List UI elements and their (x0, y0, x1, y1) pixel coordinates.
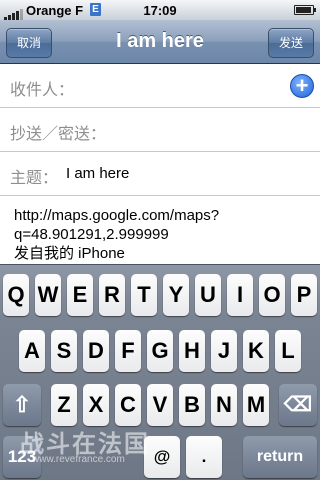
cc-bcc-field[interactable]: 抄送／密送： (0, 108, 320, 152)
key-g[interactable]: G (147, 330, 173, 372)
key-c[interactable]: C (115, 384, 141, 426)
to-field[interactable]: 收件人： + (0, 64, 320, 108)
message-signature: 发自我的 iPhone (14, 245, 125, 262)
key-b[interactable]: B (179, 384, 205, 426)
subject-field[interactable]: 主题： I am here (0, 152, 320, 196)
key-l[interactable]: L (275, 330, 301, 372)
key-u[interactable]: U (195, 274, 221, 316)
key-d[interactable]: D (83, 330, 109, 372)
cancel-button[interactable]: 取消 (6, 28, 53, 58)
key-e[interactable]: E (67, 274, 93, 316)
key-h[interactable]: H (179, 330, 205, 372)
key-123[interactable]: 123 (3, 436, 41, 478)
message-body[interactable]: http://maps.google.com/maps? q=48.901291… (14, 206, 314, 263)
plus-circle-icon[interactable]: + (290, 74, 314, 98)
key-q[interactable]: Q (3, 274, 29, 316)
key-f[interactable]: F (115, 330, 141, 372)
battery-icon (294, 5, 316, 15)
key-z[interactable]: Z (51, 384, 77, 426)
key-m[interactable]: M (243, 384, 269, 426)
key-s[interactable]: S (51, 330, 77, 372)
key-o[interactable]: O (259, 274, 285, 316)
message-line: q=48.901291,2.999999 (14, 226, 169, 243)
key-y[interactable]: Y (163, 274, 189, 316)
key-k[interactable]: K (243, 330, 269, 372)
cc-bcc-label: 抄送／密送： (10, 124, 107, 143)
key-p[interactable]: P (291, 274, 317, 316)
status-time: 17:09 (143, 3, 177, 18)
key-n[interactable]: N (211, 384, 237, 426)
to-label: 收件人： (10, 80, 75, 99)
key-r[interactable]: R (99, 274, 125, 316)
key-x[interactable]: X (83, 384, 109, 426)
send-button[interactable]: 发送 (267, 28, 314, 58)
status-bar: Orange F E 17:09 (0, 0, 320, 20)
key-w[interactable]: W (35, 274, 61, 316)
key-t[interactable]: T (131, 274, 157, 316)
return-key[interactable]: return (243, 436, 317, 478)
key-dot[interactable]: . (186, 436, 222, 478)
backspace-icon[interactable]: ⌫ (279, 384, 317, 426)
key-v[interactable]: V (147, 384, 173, 426)
message-line: http://maps.google.com/maps? (14, 207, 220, 224)
subject-value: I am here (66, 165, 130, 182)
shift-icon[interactable]: ⇧ (3, 384, 41, 426)
subject-label: 主题： (10, 168, 59, 187)
page-title: I am here (116, 30, 204, 52)
key-i[interactable]: I (227, 274, 253, 316)
navigation-bar: 取消 I am here 发送 (0, 20, 320, 64)
key-a[interactable]: A (19, 330, 45, 372)
key-j[interactable]: J (211, 330, 237, 372)
key-at[interactable]: @ (144, 436, 180, 478)
